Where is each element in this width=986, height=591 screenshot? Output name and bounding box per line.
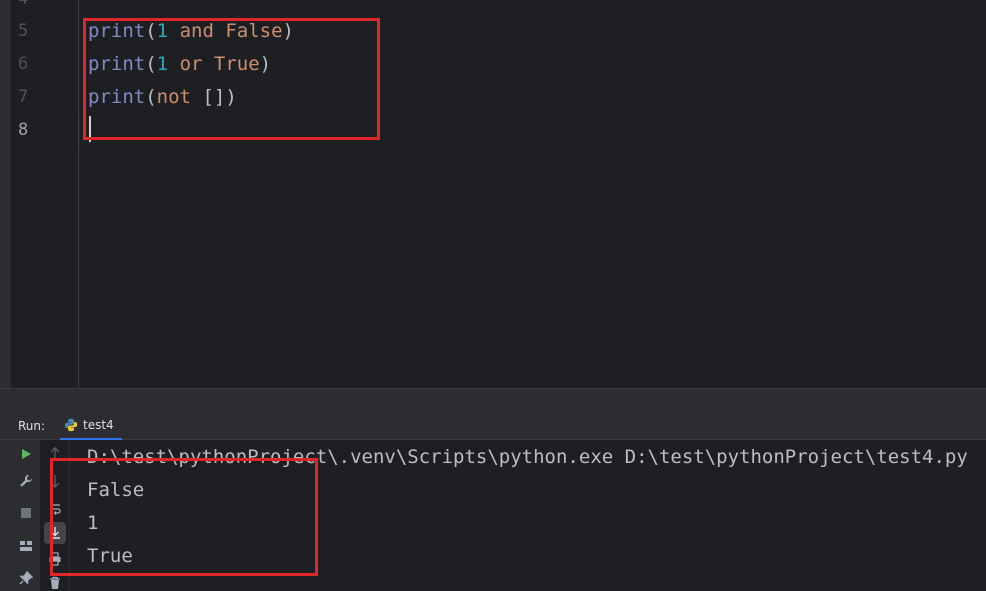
stop-icon[interactable] <box>15 502 37 524</box>
line-number-gutter: 4 5 6 7 8 <box>12 0 79 388</box>
editor-left-strip <box>0 0 12 388</box>
run-tab-test4[interactable]: test4 <box>60 412 122 440</box>
output-highlight-box <box>50 458 318 576</box>
run-toolbar <box>12 440 40 591</box>
line-number: 7 <box>18 87 29 107</box>
line-number: 4 <box>18 0 48 16</box>
run-tab-label: test4 <box>83 418 114 432</box>
run-panel-header: Run: test4 <box>0 412 986 440</box>
panel-divider[interactable] <box>0 388 986 412</box>
code-highlight-box <box>83 18 380 140</box>
line-number: 5 <box>18 21 29 41</box>
line-number-current: 8 <box>18 120 29 140</box>
python-file-icon <box>64 418 78 432</box>
layout-icon[interactable] <box>15 535 37 557</box>
run-icon[interactable] <box>15 443 37 465</box>
line-number: 6 <box>18 54 29 74</box>
run-label: Run: <box>18 419 46 433</box>
bookmarks-side-label[interactable]: marks <box>0 544 3 575</box>
pin-icon[interactable] <box>15 567 37 589</box>
wrench-icon[interactable] <box>15 470 37 492</box>
